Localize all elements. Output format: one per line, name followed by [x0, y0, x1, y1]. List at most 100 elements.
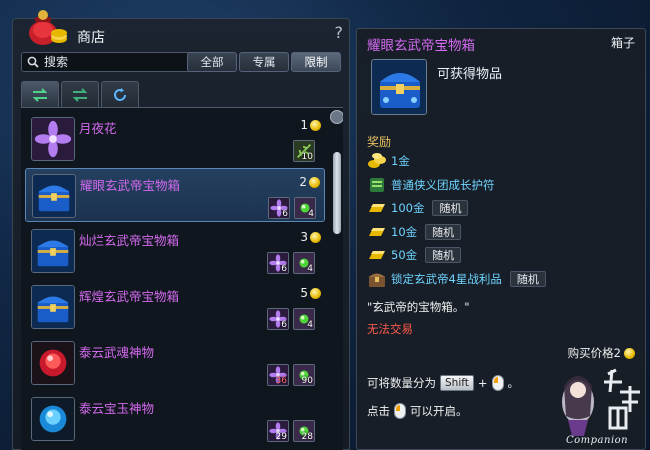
split-suffix: 。 — [507, 376, 520, 390]
gold-bar-icon — [367, 198, 387, 218]
reward-item[interactable]: 1金 — [367, 151, 410, 171]
reward-label: 1金 — [391, 154, 410, 168]
purple-flower-icon[interactable]: 6 — [268, 197, 290, 219]
green-gem-icon[interactable]: 28 — [293, 420, 315, 442]
filter-tabs: 全部 专属 限制 — [187, 52, 341, 72]
blue-crystal-icon — [31, 397, 75, 441]
filter-exclusive[interactable]: 专属 — [239, 52, 289, 72]
filter-all[interactable]: 全部 — [187, 52, 237, 72]
reward-heading: 奖励 — [367, 135, 392, 149]
treasure-chest-icon — [367, 269, 387, 289]
help-icon[interactable]: ? — [335, 23, 344, 42]
item-price-value: 2 — [299, 175, 307, 189]
detail-obtain-label: 可获得物品 — [437, 67, 503, 82]
material-quantity: 10 — [301, 152, 313, 162]
item-name: 辉煌玄武帝宝物箱 — [79, 289, 180, 304]
random-tag: 随机 — [432, 200, 469, 216]
filter-limited[interactable]: 限制 — [291, 52, 341, 72]
split-hint: 可将数量分为 Shift + 。 — [367, 375, 519, 391]
trade-restriction: 无法交易 — [367, 322, 413, 336]
open-suffix: 可以开启。 — [410, 404, 468, 418]
detail-description: "玄武帝的宝物箱。" — [367, 300, 470, 314]
purple-flower-icon[interactable]: 6 — [267, 252, 289, 274]
item-price-value: 3 — [300, 230, 308, 244]
shop-item[interactable]: 耀眼玄武帝宝物箱 2 6 4 — [25, 168, 325, 222]
material-quantity: 29 — [275, 432, 287, 442]
herb-icon[interactable]: 10 — [293, 140, 315, 162]
item-name: 月夜花 — [79, 121, 117, 136]
scroll-thumb[interactable] — [333, 152, 341, 234]
search-input[interactable] — [44, 54, 184, 70]
shop-item[interactable]: 灿烂玄武帝宝物箱 3 6 4 — [25, 224, 325, 278]
reward-label: 10金 — [391, 224, 418, 239]
green-gem-icon[interactable]: 4 — [293, 252, 315, 274]
shop-header: 商店 ? — [13, 10, 349, 49]
mouse-left-icon — [491, 375, 504, 391]
detail-title: 耀眼玄武帝宝物箱 — [367, 38, 475, 54]
blue-chest-icon — [31, 285, 75, 329]
tab-exchange-alt[interactable] — [61, 81, 99, 107]
red-crystal-icon — [31, 341, 75, 385]
green-gem-icon[interactable]: 4 — [293, 308, 315, 330]
split-plus: + — [477, 376, 488, 390]
reward-item[interactable]: 普通侠义团成长护符 — [367, 175, 495, 195]
gold-bar-icon — [367, 245, 387, 265]
purple-flower-icon[interactable]: 29 — [267, 420, 289, 442]
coin-icon — [310, 287, 321, 299]
random-tag: 随机 — [509, 270, 546, 287]
material-quantity: 6 — [281, 264, 287, 274]
green-gem-icon[interactable]: 90 — [293, 364, 315, 386]
material-quantity: 28 — [301, 432, 313, 442]
search-box[interactable] — [21, 52, 191, 72]
item-name: 耀眼玄武帝宝物箱 — [80, 178, 181, 193]
mouse-right-icon — [394, 403, 406, 419]
swap-alt-icon — [72, 87, 88, 102]
random-tag: 随机 — [425, 223, 462, 240]
tab-refresh[interactable] — [101, 81, 139, 107]
material-quantity: 6 — [282, 209, 288, 219]
split-prefix: 可将数量分为 — [367, 376, 436, 390]
material-quantity: 4 — [307, 320, 313, 330]
reward-label: 50金 — [391, 248, 418, 262]
purple-flower-icon[interactable]: 36 — [267, 364, 289, 386]
random-tag: 随机 — [425, 247, 462, 263]
scroll-icon — [367, 175, 387, 195]
shift-key-icon: Shift — [440, 375, 474, 391]
view-tabs — [21, 81, 139, 107]
reward-item[interactable]: 100金 随机 — [367, 198, 469, 218]
scroll-up-button[interactable] — [330, 110, 343, 124]
coin-icon — [309, 176, 320, 188]
shop-item[interactable]: 辉煌玄武帝宝物箱 5 6 4 — [25, 280, 325, 334]
material-quantity: 36 — [275, 376, 287, 386]
purple-flower-icon[interactable]: 6 — [267, 308, 289, 330]
open-hint: 点击 可以开启。 — [367, 403, 468, 419]
open-prefix: 点击 — [367, 404, 390, 418]
item-price: 3 — [300, 230, 321, 244]
shop-bag-icon — [29, 10, 67, 45]
detail-chest-icon — [371, 59, 427, 115]
reward-item[interactable]: 10金 随机 — [367, 222, 462, 242]
reward-item[interactable]: 锁定玄武帝4星战利品 随机 — [367, 269, 546, 289]
item-price: 1 — [300, 118, 321, 132]
tab-exchange[interactable] — [21, 81, 59, 107]
item-list: 月夜花 1 10 耀眼玄武帝宝物箱 2 6 4 灿烂玄武帝宝物箱 3 6 4 辉煌玄武帝宝物箱 5 6 4 泰… — [21, 107, 343, 450]
shop-item[interactable]: 泰云宝玉神物 29 28 — [25, 392, 325, 446]
shop-item[interactable]: 月夜花 1 10 — [25, 112, 325, 166]
purple-flower-icon — [31, 117, 75, 161]
shop-title: 商店 — [77, 30, 105, 46]
material-quantity: 4 — [307, 264, 313, 274]
item-name: 泰云武魂神物 — [79, 345, 155, 360]
material-quantity: 6 — [281, 320, 287, 330]
item-name: 泰云宝玉神物 — [79, 401, 155, 416]
scrollbar[interactable] — [330, 110, 343, 450]
watermark-text: Companion — [566, 435, 629, 446]
blue-chest-icon — [31, 229, 75, 273]
shop-item[interactable]: 泰云武魂神物 36 90 — [25, 336, 325, 390]
item-price-value: 1 — [300, 118, 308, 132]
search-icon — [27, 56, 39, 68]
shop-window: 商店 ? 全部 专属 限制 月 — [12, 10, 350, 450]
green-gem-icon[interactable]: 4 — [294, 197, 316, 219]
item-price: 5 — [300, 286, 321, 300]
material-quantity: 90 — [301, 376, 313, 386]
reward-item[interactable]: 50金 随机 — [367, 245, 462, 265]
